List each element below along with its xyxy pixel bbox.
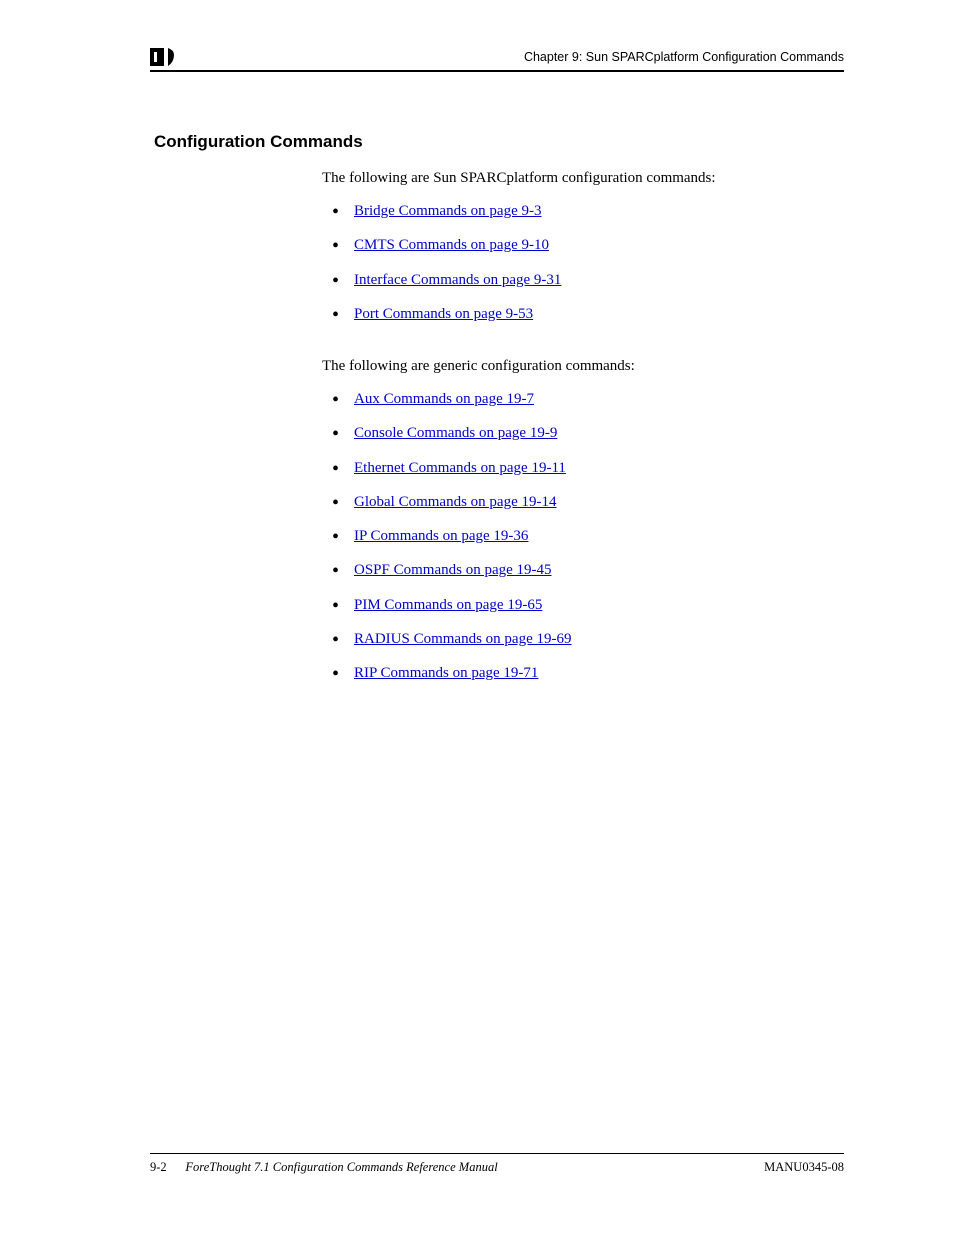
generic-cmd-item: RIP Commands on page 19-71 [322, 663, 844, 683]
generic-cmd-item: Global Commands on page 19-14 [322, 492, 844, 512]
header-rule [150, 70, 844, 72]
generic-cmd-item: OSPF Commands on page 19-45 [322, 560, 844, 580]
generic-cmd-item: RADIUS Commands on page 19-69 [322, 629, 844, 649]
platform-cmd-link[interactable]: Bridge Commands on page 9-3 [354, 203, 541, 219]
generic-cmd-link[interactable]: RADIUS Commands on page 19-69 [354, 631, 572, 647]
generic-cmd-link[interactable]: RIP Commands on page 19-71 [354, 665, 538, 681]
generic-cmd-item: Ethernet Commands on page 19-11 [322, 458, 844, 478]
generic-cmd-item: PIM Commands on page 19-65 [322, 595, 844, 615]
generic-cmd-link[interactable]: OSPF Commands on page 19-45 [354, 562, 552, 578]
platform-cmd-link[interactable]: Port Commands on page 9-53 [354, 306, 533, 322]
generic-cmd-item: Aux Commands on page 19-7 [322, 389, 844, 409]
platform-cmd-item: Bridge Commands on page 9-3 [322, 201, 844, 221]
generic-cmd-link[interactable]: Aux Commands on page 19-7 [354, 391, 534, 407]
platform-cmd-item: CMTS Commands on page 9-10 [322, 235, 844, 255]
generic-cmd-link[interactable]: Global Commands on page 19-14 [354, 494, 556, 510]
generic-cmd-link[interactable]: PIM Commands on page 19-65 [354, 597, 542, 613]
page-title: Configuration Commands [154, 132, 844, 152]
platform-cmd-link[interactable]: CMTS Commands on page 9-10 [354, 237, 549, 253]
brand-logo-icon [150, 48, 176, 66]
generic-cmd-link[interactable]: Ethernet Commands on page 19-11 [354, 460, 566, 476]
footer-ref: MANU0345-08 [764, 1160, 844, 1175]
intro-text-1: The following are Sun SPARCplatform conf… [322, 170, 844, 187]
page-number: 9-2 [150, 1160, 167, 1174]
breadcrumb: Chapter 9: Sun SPARCplatform Configurati… [524, 50, 844, 64]
platform-cmd-link[interactable]: Interface Commands on page 9-31 [354, 272, 561, 288]
generic-cmd-link[interactable]: Console Commands on page 19-9 [354, 425, 557, 441]
intro-text-2: The following are generic configuration … [322, 358, 844, 375]
generic-cmd-item: Console Commands on page 19-9 [322, 423, 844, 443]
platform-cmd-item: Port Commands on page 9-53 [322, 304, 844, 324]
platform-cmd-item: Interface Commands on page 9-31 [322, 270, 844, 290]
footer-title: ForeThought 7.1 Configuration Commands R… [185, 1160, 497, 1174]
page-footer: 9-2 ForeThought 7.1 Configuration Comman… [150, 1153, 844, 1175]
generic-cmd-item: IP Commands on page 19-36 [322, 526, 844, 546]
generic-cmd-link[interactable]: IP Commands on page 19-36 [354, 528, 528, 544]
